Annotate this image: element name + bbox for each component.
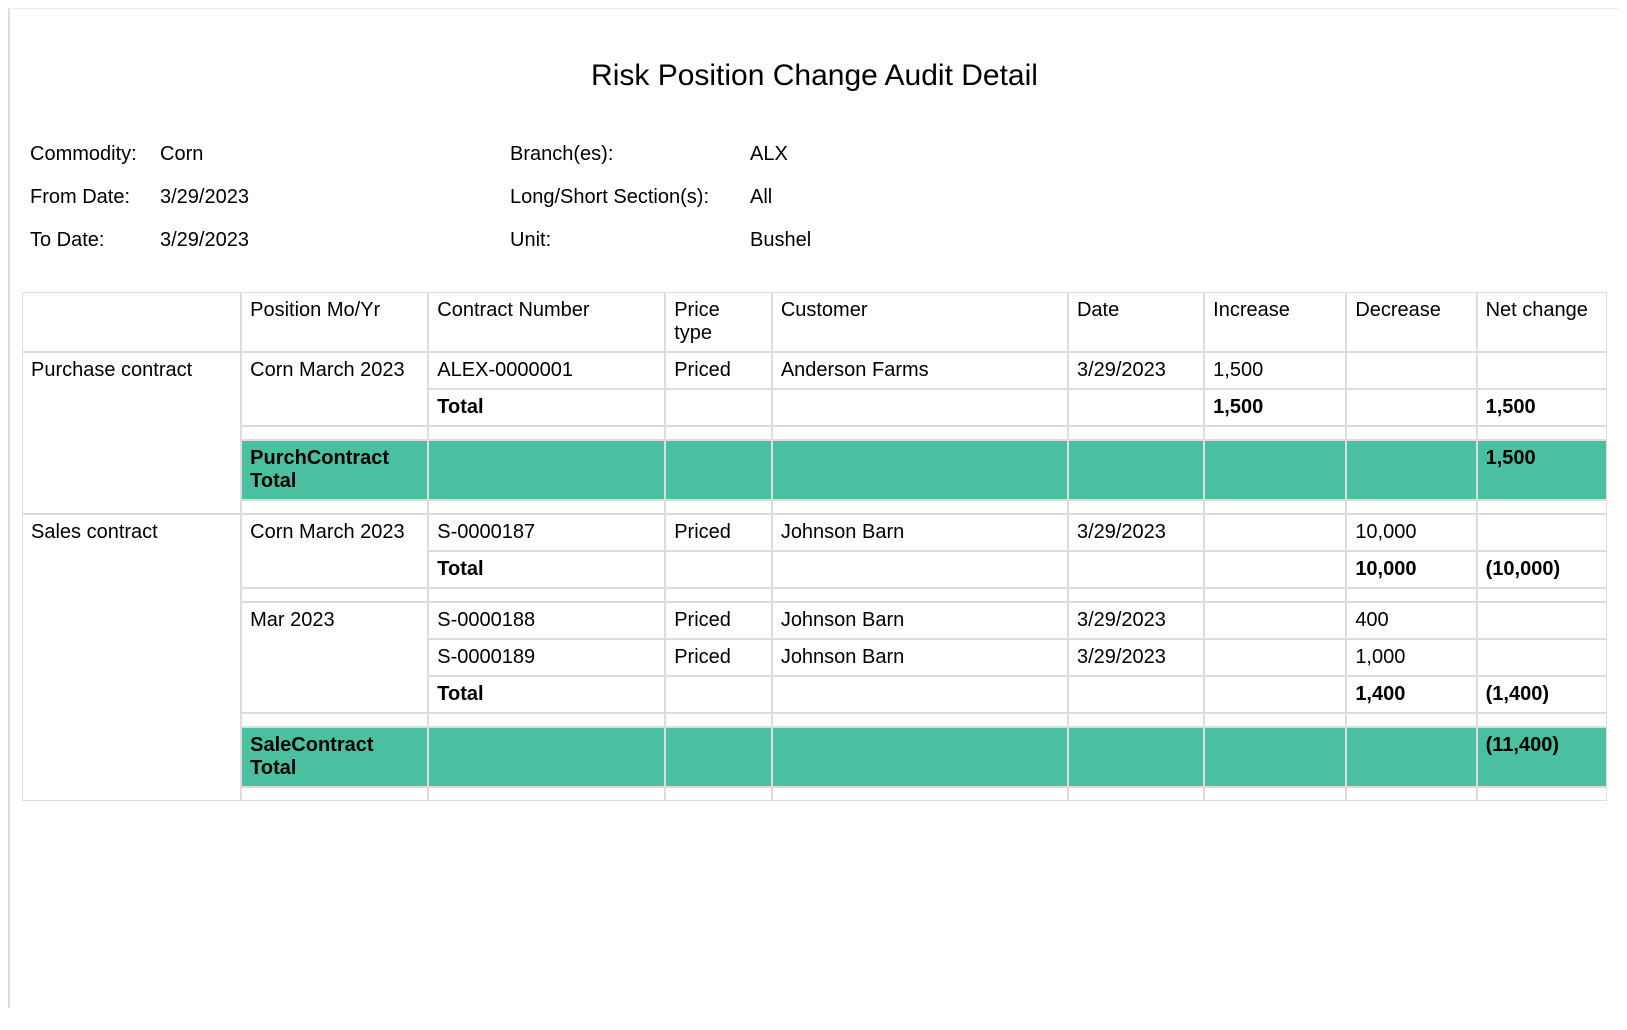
section-total-net-change: (11,400) [1477, 727, 1607, 787]
category-cell: Sales contract [22, 514, 241, 801]
category-cell: Purchase contract [22, 352, 241, 514]
position-cell: Mar 2023 [241, 602, 428, 713]
unit-label: Unit: [510, 229, 750, 252]
decrease-cell: 400 [1346, 602, 1476, 639]
subtotal-decrease: 1,400 [1346, 676, 1476, 713]
col-decrease: Decrease [1346, 292, 1476, 352]
contract-cell: S-0000188 [428, 602, 665, 639]
position-cell: Corn March 2023 [241, 514, 428, 588]
table-row: Sales contractCorn March 2023S-0000187Pr… [22, 514, 1607, 551]
from-date-value: 3/29/2023 [160, 186, 510, 209]
subtotal-decrease: 10,000 [1346, 551, 1476, 588]
subtotal-label: Total [428, 551, 665, 588]
report-page: Risk Position Change Audit Detail Commod… [8, 8, 1619, 1008]
subtotal-increase: 1,500 [1204, 389, 1346, 426]
contract-cell: ALEX-0000001 [428, 352, 665, 389]
table-row: Mar 2023S-0000188PricedJohnson Barn3/29/… [22, 602, 1607, 639]
unit-value: Bushel [750, 229, 950, 252]
long-short-value: All [750, 186, 950, 209]
increase-cell [1204, 602, 1346, 639]
section-total-row: PurchContract Total 1,500 [22, 440, 1607, 500]
net-change-cell [1477, 639, 1607, 676]
increase-cell [1204, 514, 1346, 551]
to-date-value: 3/29/2023 [160, 229, 510, 252]
subtotal-increase [1204, 676, 1346, 713]
branches-label: Branch(es): [510, 143, 750, 166]
subtotal-decrease [1346, 389, 1476, 426]
section-total-label: PurchContract Total [241, 440, 428, 500]
date-cell: 3/29/2023 [1068, 602, 1204, 639]
table-header-row: Position Mo/Yr Contract Number Price typ… [22, 292, 1607, 352]
net-change-cell [1477, 514, 1607, 551]
section-total-decrease [1346, 440, 1476, 500]
price-type-cell: Priced [665, 602, 772, 639]
to-date-label: To Date: [30, 229, 160, 252]
contract-cell: S-0000189 [428, 639, 665, 676]
col-increase: Increase [1204, 292, 1346, 352]
col-position: Position Mo/Yr [241, 292, 428, 352]
commodity-value: Corn [160, 143, 510, 166]
decrease-cell: 1,000 [1346, 639, 1476, 676]
net-change-cell [1477, 352, 1607, 389]
spacer-row [22, 588, 1607, 602]
col-price-type: Price type [665, 292, 772, 352]
col-net-change: Net change [1477, 292, 1607, 352]
increase-cell: 1,500 [1204, 352, 1346, 389]
col-contract: Contract Number [428, 292, 665, 352]
position-cell: Corn March 2023 [241, 352, 428, 426]
long-short-label: Long/Short Section(s): [510, 186, 750, 209]
price-type-cell: Priced [665, 514, 772, 551]
section-total-label: SaleContract Total [241, 727, 428, 787]
increase-cell [1204, 639, 1346, 676]
price-type-cell: Priced [665, 639, 772, 676]
subtotal-net-change: 1,500 [1477, 389, 1607, 426]
branches-value: ALX [750, 143, 950, 166]
subtotal-label: Total [428, 676, 665, 713]
col-customer: Customer [772, 292, 1068, 352]
spacer-row [22, 787, 1607, 801]
customer-cell: Anderson Farms [772, 352, 1068, 389]
contract-cell: S-0000187 [428, 514, 665, 551]
section-total-decrease [1346, 727, 1476, 787]
spacer-row [22, 426, 1607, 440]
price-type-cell: Priced [665, 352, 772, 389]
subtotal-net-change: (1,400) [1477, 676, 1607, 713]
table-row: Purchase contractCorn March 2023ALEX-000… [22, 352, 1607, 389]
col-category [22, 292, 241, 352]
commodity-label: Commodity: [30, 143, 160, 166]
decrease-cell [1346, 352, 1476, 389]
customer-cell: Johnson Barn [772, 514, 1068, 551]
section-total-increase [1204, 727, 1346, 787]
subtotal-label: Total [428, 389, 665, 426]
date-cell: 3/29/2023 [1068, 639, 1204, 676]
date-cell: 3/29/2023 [1068, 352, 1204, 389]
date-cell: 3/29/2023 [1068, 514, 1204, 551]
report-title: Risk Position Change Audit Detail [22, 59, 1607, 93]
subtotal-net-change: (10,000) [1477, 551, 1607, 588]
spacer-row [22, 713, 1607, 727]
section-total-net-change: 1,500 [1477, 440, 1607, 500]
customer-cell: Johnson Barn [772, 639, 1068, 676]
report-table: Position Mo/Yr Contract Number Price typ… [22, 292, 1607, 801]
report-header: Commodity: Corn Branch(es): ALX From Dat… [22, 143, 1607, 252]
from-date-label: From Date: [30, 186, 160, 209]
subtotal-increase [1204, 551, 1346, 588]
section-total-increase [1204, 440, 1346, 500]
col-date: Date [1068, 292, 1204, 352]
decrease-cell: 10,000 [1346, 514, 1476, 551]
net-change-cell [1477, 602, 1607, 639]
customer-cell: Johnson Barn [772, 602, 1068, 639]
spacer-row [22, 500, 1607, 514]
section-total-row: SaleContract Total (11,400) [22, 727, 1607, 787]
